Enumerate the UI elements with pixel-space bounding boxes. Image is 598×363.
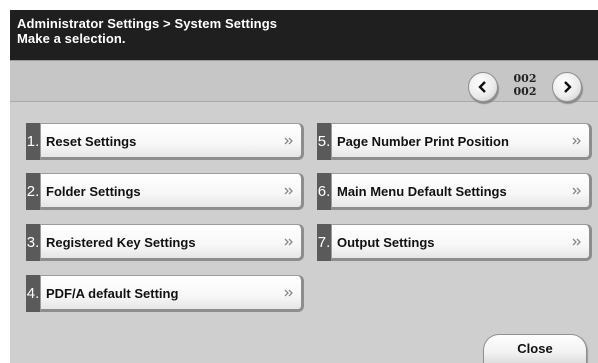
content-panel [10, 60, 598, 363]
next-page-button[interactable] [552, 72, 582, 102]
item-label: Registered Key Settings [46, 235, 196, 250]
page-current: 002 [513, 72, 537, 85]
item-number: 5. [317, 123, 331, 160]
main-menu-default-settings-button[interactable]: Main Menu Default Settings [331, 173, 592, 210]
double-chevron-right-icon [572, 137, 581, 145]
menu-item-main-menu-default-settings[interactable]: 6. Main Menu Default Settings [317, 173, 592, 210]
page-number-print-position-button[interactable]: Page Number Print Position [331, 123, 592, 160]
pdfa-default-setting-button[interactable]: PDF/A default Setting [40, 275, 304, 312]
registered-key-settings-button[interactable]: Registered Key Settings [40, 224, 304, 261]
item-label: Output Settings [337, 235, 435, 250]
close-button[interactable]: Close [483, 334, 587, 363]
item-number: 2. [26, 173, 40, 210]
chevron-left-icon [478, 81, 486, 93]
settings-screen: Administrator Settings > System Settings… [0, 0, 598, 363]
menu-item-output-settings[interactable]: 7. Output Settings [317, 224, 592, 261]
menu-item-reset-settings[interactable]: 1. Reset Settings [26, 123, 304, 160]
page-counter: 002 002 [505, 72, 545, 98]
item-number: 4. [26, 275, 40, 312]
breadcrumb: Administrator Settings > System Settings [17, 16, 278, 31]
item-label: Reset Settings [46, 134, 137, 149]
double-chevron-right-icon [284, 187, 293, 195]
double-chevron-right-icon [284, 289, 293, 297]
folder-settings-button[interactable]: Folder Settings [40, 173, 304, 210]
double-chevron-right-icon [284, 238, 293, 246]
reset-settings-button[interactable]: Reset Settings [40, 123, 304, 160]
prev-page-button[interactable] [468, 72, 498, 102]
page-total: 002 [513, 85, 537, 98]
double-chevron-right-icon [284, 137, 293, 145]
item-number: 6. [317, 173, 331, 210]
item-label: PDF/A default Setting [46, 286, 179, 301]
menu-item-folder-settings[interactable]: 2. Folder Settings [26, 173, 304, 210]
chevron-right-icon [564, 81, 572, 93]
item-number: 7. [317, 224, 331, 261]
item-number: 3. [26, 224, 40, 261]
item-label: Folder Settings [46, 184, 141, 199]
double-chevron-right-icon [572, 238, 581, 246]
instruction-text: Make a selection. [17, 31, 126, 46]
item-label: Main Menu Default Settings [337, 184, 507, 199]
double-chevron-right-icon [572, 187, 581, 195]
header-bar: Administrator Settings > System Settings… [10, 10, 598, 60]
item-number: 1. [26, 123, 40, 160]
item-label: Page Number Print Position [337, 134, 509, 149]
menu-item-page-number-print-position[interactable]: 5. Page Number Print Position [317, 123, 592, 160]
menu-item-pdfa-default-setting[interactable]: 4. PDF/A default Setting [26, 275, 304, 312]
output-settings-button[interactable]: Output Settings [331, 224, 592, 261]
menu-item-registered-key-settings[interactable]: 3. Registered Key Settings [26, 224, 304, 261]
